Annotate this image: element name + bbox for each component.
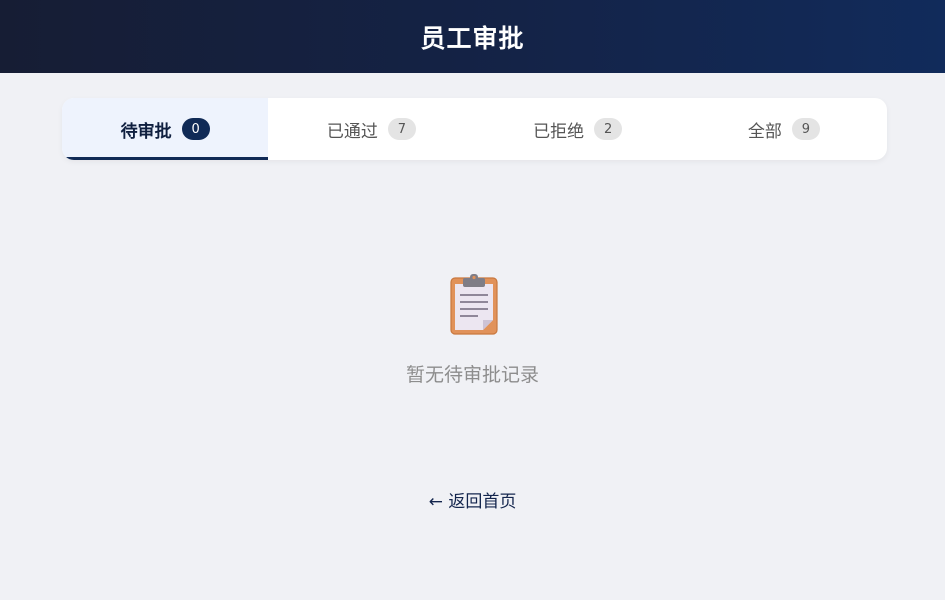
tab-label: 待审批 bbox=[120, 121, 172, 142]
count-badge: 0 bbox=[181, 118, 210, 140]
empty-state-message: 暂无待审批记录 bbox=[405, 364, 539, 386]
tab-label: 全部 bbox=[747, 121, 782, 142]
count-badge: 2 bbox=[594, 118, 623, 140]
count-badge: 9 bbox=[791, 118, 820, 140]
approval-tabs: 待审批 0 已通过 7 已拒绝 2 全部 9 bbox=[62, 98, 887, 160]
back-home-row: ← 返回首页 bbox=[0, 487, 945, 512]
page-header: 员工审批 bbox=[0, 0, 945, 73]
back-home-link[interactable]: ← 返回首页 bbox=[429, 492, 517, 512]
count-badge: 7 bbox=[387, 118, 416, 140]
tab-label: 已通过 bbox=[326, 121, 378, 142]
tab-all[interactable]: 全部 9 bbox=[681, 98, 887, 160]
page-title: 员工审批 bbox=[420, 23, 525, 53]
tab-pending[interactable]: 待审批 0 bbox=[62, 98, 269, 160]
tab-approved[interactable]: 已通过 7 bbox=[268, 98, 474, 160]
tab-label: 已拒绝 bbox=[533, 121, 585, 142]
tab-rejected[interactable]: 已拒绝 2 bbox=[475, 98, 681, 160]
clipboard-icon bbox=[450, 274, 498, 335]
